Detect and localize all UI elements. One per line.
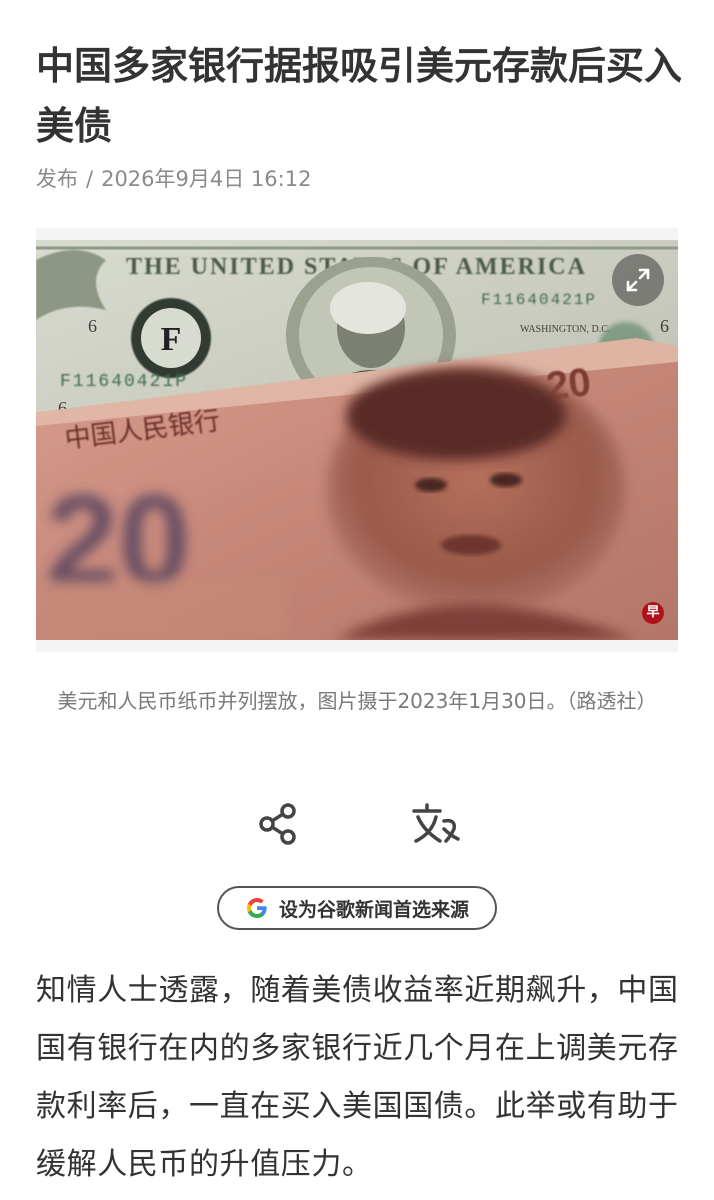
translate-button[interactable] xyxy=(408,796,464,852)
share-button[interactable] xyxy=(250,796,306,852)
usd-denomination-left: 6 xyxy=(88,316,97,336)
expand-icon xyxy=(626,268,650,292)
usd-serial: F11640421P xyxy=(60,372,188,392)
image-caption: 美元和人民币纸币并列摆放，图片摄于2023年1月30日。（路透社） xyxy=(57,689,657,713)
usd-denomination-right: 6 xyxy=(660,316,669,336)
google-preferred-source-label: 设为谷歌新闻首选来源 xyxy=(278,898,469,921)
article-body-paragraph: 知情人士透露，随着美债收益率近期飙升，中国国有银行在内的多家银行近几个月在上调美… xyxy=(36,973,679,1182)
translate-icon xyxy=(412,803,460,843)
expand-image-button[interactable] xyxy=(612,254,664,306)
google-g-icon xyxy=(246,898,267,918)
publisher-watermark-logo: 早 xyxy=(642,602,664,624)
article-actions xyxy=(0,796,714,852)
google-preferred-source-button[interactable]: 设为谷歌新闻首选来源 xyxy=(217,886,497,930)
seal-letter: F xyxy=(161,321,182,358)
published-datetime: 2026年9月4日 16:12 xyxy=(101,167,312,191)
usd-serial-top: F11640421P xyxy=(481,291,597,309)
article-image-container: THE UNITED STATES OF AMERICA F11640421P … xyxy=(36,228,678,652)
federal-reserve-seal: F xyxy=(131,298,211,378)
published-label: 发布 xyxy=(36,167,78,191)
share-icon xyxy=(259,803,296,845)
article-title: 中国多家银行据报吸引美元存款后买入美债 xyxy=(36,44,683,148)
article-meta: 发布 / 2026年9月4日 16:12 xyxy=(36,162,311,196)
published-separator: / xyxy=(86,167,94,191)
usd-washington-label: WASHINGTON, D.C. xyxy=(520,324,610,335)
article-image[interactable]: THE UNITED STATES OF AMERICA F11640421P … xyxy=(36,240,678,640)
